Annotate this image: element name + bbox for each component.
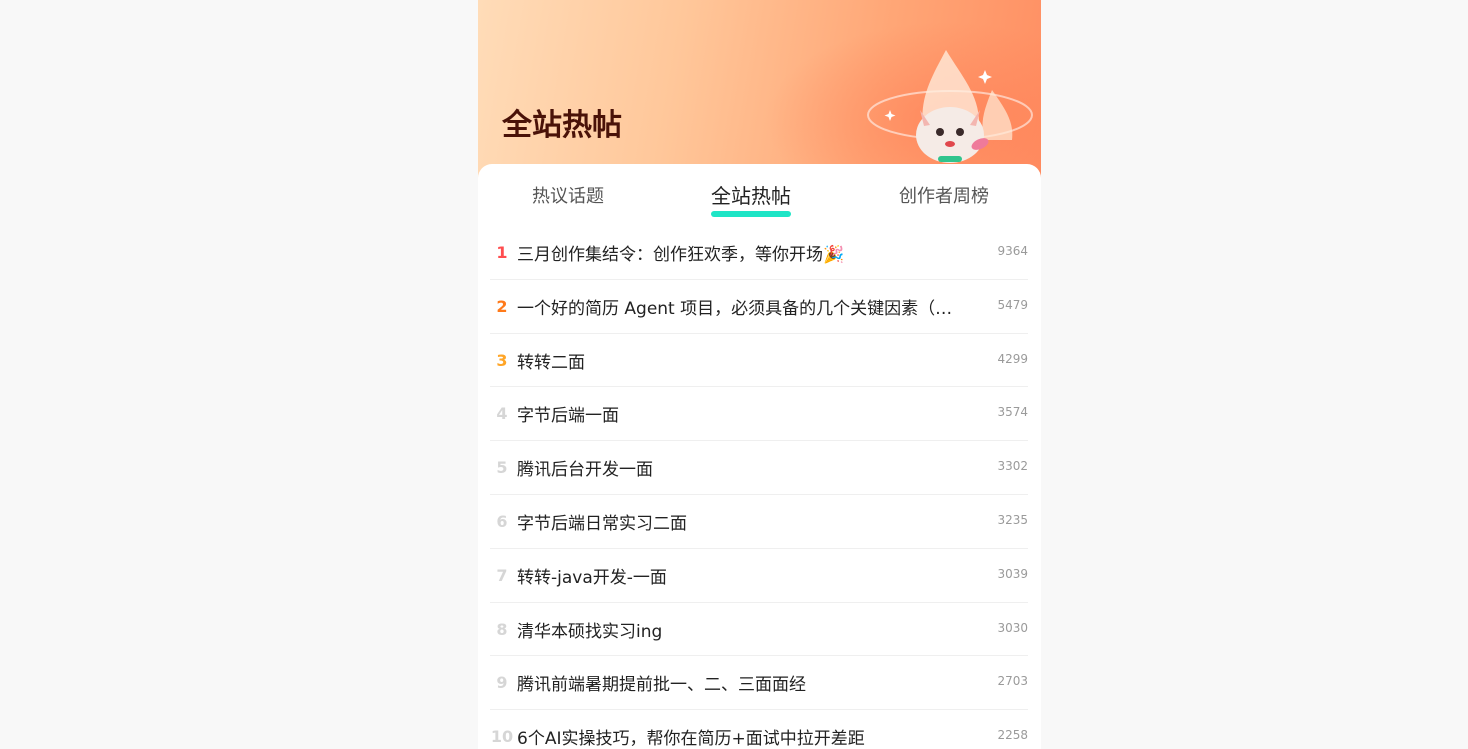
post-title[interactable]: 腾讯后台开发一面	[517, 455, 957, 480]
heat-count: 2258	[997, 728, 1028, 743]
rank-number: 3	[496, 350, 508, 370]
post-title[interactable]: 一个好的简历 Agent 项目，必须具备的几个关键因素（附…	[517, 294, 957, 319]
post-title[interactable]: 清华本硕找实习ing	[517, 617, 957, 642]
mascot-icon	[867, 50, 1033, 163]
list-item[interactable]: 7 转转-java开发-一面 3039	[490, 549, 1028, 603]
rank-number: 4	[496, 404, 508, 424]
heat-count: 3235	[997, 512, 1028, 527]
list-item[interactable]: 8 清华本硕找实习ing 3030	[490, 603, 1028, 657]
post-title[interactable]: 转转-java开发-一面	[517, 563, 957, 588]
hot-posts-panel: 全站热帖 热议话题 全站热帖 创作者周榜 1 三月创作集结令：创作狂欢季，等你开…	[478, 0, 1041, 749]
list-item[interactable]: 4 字节后端一面 3574	[490, 387, 1028, 442]
heat-count: 3574	[997, 405, 1028, 420]
tab-hot-topics[interactable]: 热议话题	[532, 182, 604, 208]
rank-number: 2	[496, 296, 508, 316]
rank-number: 10	[490, 727, 514, 747]
post-title[interactable]: 转转二面	[517, 348, 957, 373]
banner-title: 全站热帖	[502, 108, 622, 143]
list-item[interactable]: 1 三月创作集结令：创作狂欢季，等你开场🎉 9364	[490, 226, 1028, 280]
hot-list-card: 热议话题 全站热帖 创作者周榜 1 三月创作集结令：创作狂欢季，等你开场🎉 93…	[478, 164, 1041, 749]
heat-count: 5479	[997, 297, 1028, 312]
heat-count: 4299	[997, 351, 1028, 366]
list-item[interactable]: 3 转转二面 4299	[490, 334, 1028, 388]
tab-label: 全站热帖	[711, 184, 791, 208]
heat-count: 3030	[997, 620, 1028, 635]
rank-number: 9	[496, 673, 508, 693]
tab-label: 热议话题	[532, 186, 604, 207]
tab-creator-weekly[interactable]: 创作者周榜	[899, 182, 989, 208]
post-title[interactable]: 字节后端日常实习二面	[517, 509, 957, 534]
heat-count: 2703	[997, 674, 1028, 689]
list-item[interactable]: 5 腾讯后台开发一面 3302	[490, 441, 1028, 495]
list-item[interactable]: 6 字节后端日常实习二面 3235	[490, 495, 1028, 549]
rank-number: 8	[496, 619, 508, 639]
list-item[interactable]: 9 腾讯前端暑期提前批一、二、三面面经 2703	[490, 656, 1028, 711]
tab-bar: 热议话题 全站热帖 创作者周榜	[478, 164, 1041, 224]
post-title[interactable]: 三月创作集结令：创作狂欢季，等你开场🎉	[517, 240, 957, 265]
rank-number: 5	[496, 458, 508, 478]
post-title[interactable]: 腾讯前端暑期提前批一、二、三面面经	[517, 670, 957, 695]
rank-number: 7	[496, 565, 508, 585]
tab-label: 创作者周榜	[899, 186, 989, 207]
list-item[interactable]: 10 6个AI实操技巧，帮你在简历+面试中拉开差距 2258	[490, 710, 1028, 749]
rank-number: 6	[496, 511, 508, 531]
active-tab-indicator	[711, 211, 791, 217]
header-banner: 全站热帖	[478, 0, 1041, 190]
heat-count: 3039	[997, 566, 1028, 581]
heat-count: 3302	[997, 459, 1028, 474]
tab-hot-posts[interactable]: 全站热帖	[711, 180, 791, 217]
post-title[interactable]: 字节后端一面	[517, 401, 957, 426]
post-title[interactable]: 6个AI实操技巧，帮你在简历+面试中拉开差距	[517, 724, 957, 749]
rank-number: 1	[496, 243, 508, 262]
post-list: 1 三月创作集结令：创作狂欢季，等你开场🎉 9364 2 一个好的简历 Agen…	[490, 226, 1028, 749]
heat-count: 9364	[997, 244, 1028, 258]
list-item[interactable]: 2 一个好的简历 Agent 项目，必须具备的几个关键因素（附… 5479	[490, 280, 1028, 334]
